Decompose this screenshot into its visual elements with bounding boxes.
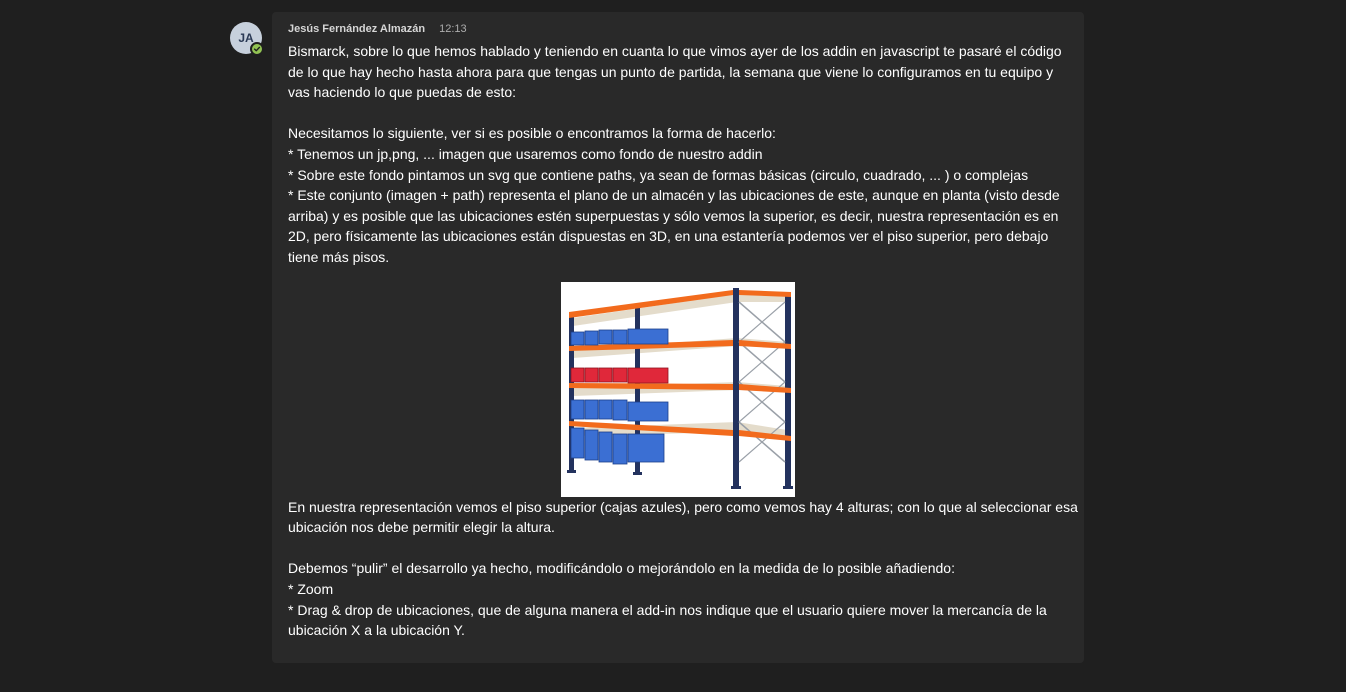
shelving-illustration — [561, 281, 795, 497]
sender-name[interactable]: Jesús Fernández Almazán — [288, 23, 425, 35]
polish-item-2: * Drag & drop de ubicaciones, que de alg… — [288, 601, 1047, 639]
message-bubble[interactable]: Jesús Fernández Almazán 12:13 Bismarck, … — [272, 12, 1084, 663]
chat-thread: JA Jesús Fernández Almazán 12:13 Bismarc… — [0, 0, 1346, 692]
needs-heading: Necesitamos lo siguiente, ver si es posi… — [288, 125, 776, 142]
polish-heading: Debemos “pulir” el desarrollo ya hecho, … — [288, 560, 955, 577]
needs-item-1: * Tenemos un jp,png, ... imagen que usar… — [288, 145, 763, 162]
available-check-icon — [250, 42, 264, 56]
needs-item-3: * Este conjunto (imagen + path) represen… — [288, 187, 1060, 265]
message-intro: Bismarck, sobre lo que hemos hablado y t… — [288, 43, 1062, 101]
warehouse-shelving-image[interactable] — [561, 281, 795, 497]
needs-item-2: * Sobre este fondo pintamos un svg que c… — [288, 166, 1029, 183]
message-body: Bismarck, sobre lo que hemos hablado y t… — [288, 41, 1078, 641]
after-image-text: En nuestra representación vemos el piso … — [288, 498, 1078, 536]
message-header: Jesús Fernández Almazán 12:13 — [288, 23, 1068, 39]
polish-item-1: * Zoom — [288, 580, 334, 597]
message-timestamp: 12:13 — [439, 23, 467, 35]
